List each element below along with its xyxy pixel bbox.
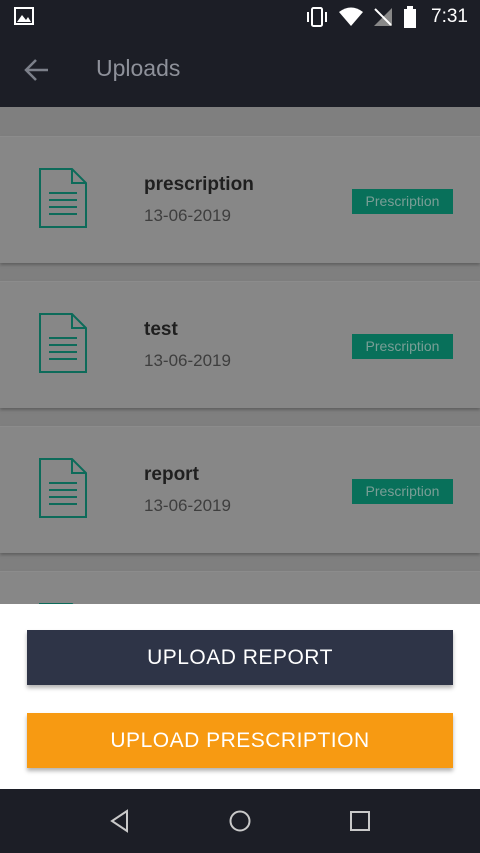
upload-item[interactable]: prescription 13-06-2019 Prescription — [0, 136, 480, 263]
app-bar: Uploads — [0, 33, 480, 107]
no-signal-icon — [374, 7, 393, 26]
status-bar: 7:31 — [0, 0, 480, 33]
status-clock: 7:31 — [431, 5, 468, 27]
upload-date: 13-06-2019 — [144, 496, 231, 515]
upload-type-badge: Prescription — [352, 479, 453, 504]
upload-report-button[interactable]: UPLOAD REPORT — [27, 630, 453, 685]
recents-square-icon[interactable] — [347, 808, 373, 834]
wifi-icon — [339, 7, 364, 26]
home-circle-icon[interactable] — [227, 808, 253, 834]
upload-date: 13-06-2019 — [144, 351, 231, 370]
upload-item[interactable]: report 13-06-2019 Prescription — [0, 426, 480, 553]
upload-date: 13-06-2019 — [144, 206, 231, 225]
upload-options-sheet: UPLOAD REPORT UPLOAD PRESCRIPTION — [0, 604, 480, 789]
document-icon — [39, 168, 87, 228]
upload-name: prescription — [144, 174, 254, 195]
system-nav-bar — [0, 789, 480, 853]
uploads-list: prescription 13-06-2019 Prescription tes… — [0, 107, 480, 604]
upload-name: test — [144, 319, 178, 340]
back-triangle-icon[interactable] — [107, 808, 133, 834]
battery-icon — [404, 5, 417, 28]
upload-prescription-button[interactable]: UPLOAD PRESCRIPTION — [27, 713, 453, 768]
page-title: Uploads — [96, 55, 181, 81]
upload-item[interactable]: test 13-06-2019 Prescription — [0, 281, 480, 408]
upload-type-badge: Prescription — [352, 189, 453, 214]
arrow-left-icon[interactable] — [22, 55, 52, 85]
upload-type-badge: Prescription — [352, 334, 453, 359]
image-icon — [14, 7, 34, 25]
upload-item-partial[interactable] — [0, 571, 480, 604]
vibrate-icon — [307, 6, 328, 27]
upload-name: report — [144, 464, 199, 485]
status-icons: 7:31 — [305, 0, 468, 33]
document-icon — [39, 313, 87, 373]
document-icon — [39, 458, 87, 518]
